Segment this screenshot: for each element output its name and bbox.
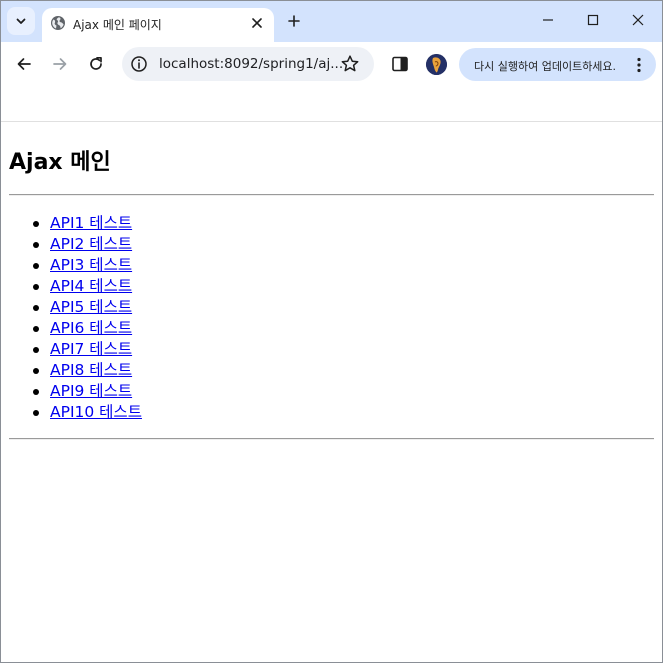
maximize-button[interactable] <box>570 4 616 36</box>
close-tab-button[interactable] <box>248 14 266 32</box>
api2-link[interactable]: API2 테스트 <box>50 234 132 254</box>
side-panel-icon[interactable] <box>391 55 409 73</box>
api4-link[interactable]: API4 테스트 <box>50 276 132 296</box>
star-icon[interactable] <box>340 54 360 74</box>
tab-search-button[interactable] <box>7 7 35 35</box>
divider-bottom <box>9 438 654 440</box>
reload-button[interactable] <box>82 50 110 78</box>
relaunch-update-button[interactable]: 다시 실행하여 업데이트하세요. <box>459 48 656 81</box>
page-title: Ajax 메인 <box>9 150 111 175</box>
update-label: 다시 실행하여 업데이트하세요. <box>474 60 617 73</box>
bullet <box>33 242 39 248</box>
forward-icon <box>53 58 67 70</box>
address-bar[interactable]: localhost:8092/spring1/aj... <box>122 47 374 81</box>
close-icon <box>252 18 262 28</box>
window-close-icon <box>632 14 644 26</box>
profile-image-icon <box>426 54 447 75</box>
bullet <box>33 368 39 374</box>
browser-window: Ajax 메인 페이지 localhost:8092/spring1/aj...… <box>0 0 663 663</box>
tab-active[interactable]: Ajax 메인 페이지 <box>42 8 274 42</box>
api8-link[interactable]: API8 테스트 <box>50 360 132 380</box>
api3-link[interactable]: API3 테스트 <box>50 255 132 275</box>
api10-link[interactable]: API10 테스트 <box>50 402 142 422</box>
more-vert-icon[interactable] <box>635 56 643 74</box>
back-icon <box>17 58 31 70</box>
api9-link[interactable]: API9 테스트 <box>50 381 132 401</box>
globe-icon <box>51 16 65 30</box>
minimize-icon <box>543 19 553 21</box>
bullet <box>33 284 39 290</box>
divider-top <box>9 194 654 196</box>
bullet <box>33 389 39 395</box>
new-tab-button[interactable] <box>283 10 305 32</box>
bullet <box>33 326 39 332</box>
bullet <box>33 410 39 416</box>
bullet <box>33 305 39 311</box>
url-text[interactable]: localhost:8092/spring1/aj... <box>159 56 343 72</box>
bullet <box>33 263 39 269</box>
api6-link[interactable]: API6 테스트 <box>50 318 132 338</box>
minimize-button[interactable] <box>525 4 571 36</box>
api5-link[interactable]: API5 테스트 <box>50 297 132 317</box>
window-close-button[interactable] <box>615 4 661 36</box>
avatar[interactable] <box>426 54 447 75</box>
api7-link[interactable]: API7 테스트 <box>50 339 132 359</box>
info-icon[interactable] <box>130 55 148 73</box>
api1-link[interactable]: API1 테스트 <box>50 213 132 233</box>
bullet <box>33 221 39 227</box>
reload-icon <box>90 56 102 70</box>
page-content: Ajax 메인 API1 테스트 API2 테스트 API3 테스트 API4 … <box>1 122 662 662</box>
back-button[interactable] <box>10 50 38 78</box>
maximize-icon <box>587 14 599 26</box>
bullet <box>33 347 39 353</box>
tab-title: Ajax 메인 페이지 <box>73 18 162 32</box>
chevron-down-icon <box>16 18 26 24</box>
toolbar: localhost:8092/spring1/aj... 다시 실행하여 업데이… <box>1 42 662 87</box>
tab-strip: Ajax 메인 페이지 <box>1 1 662 42</box>
forward-button[interactable] <box>46 50 74 78</box>
plus-icon <box>288 15 300 27</box>
